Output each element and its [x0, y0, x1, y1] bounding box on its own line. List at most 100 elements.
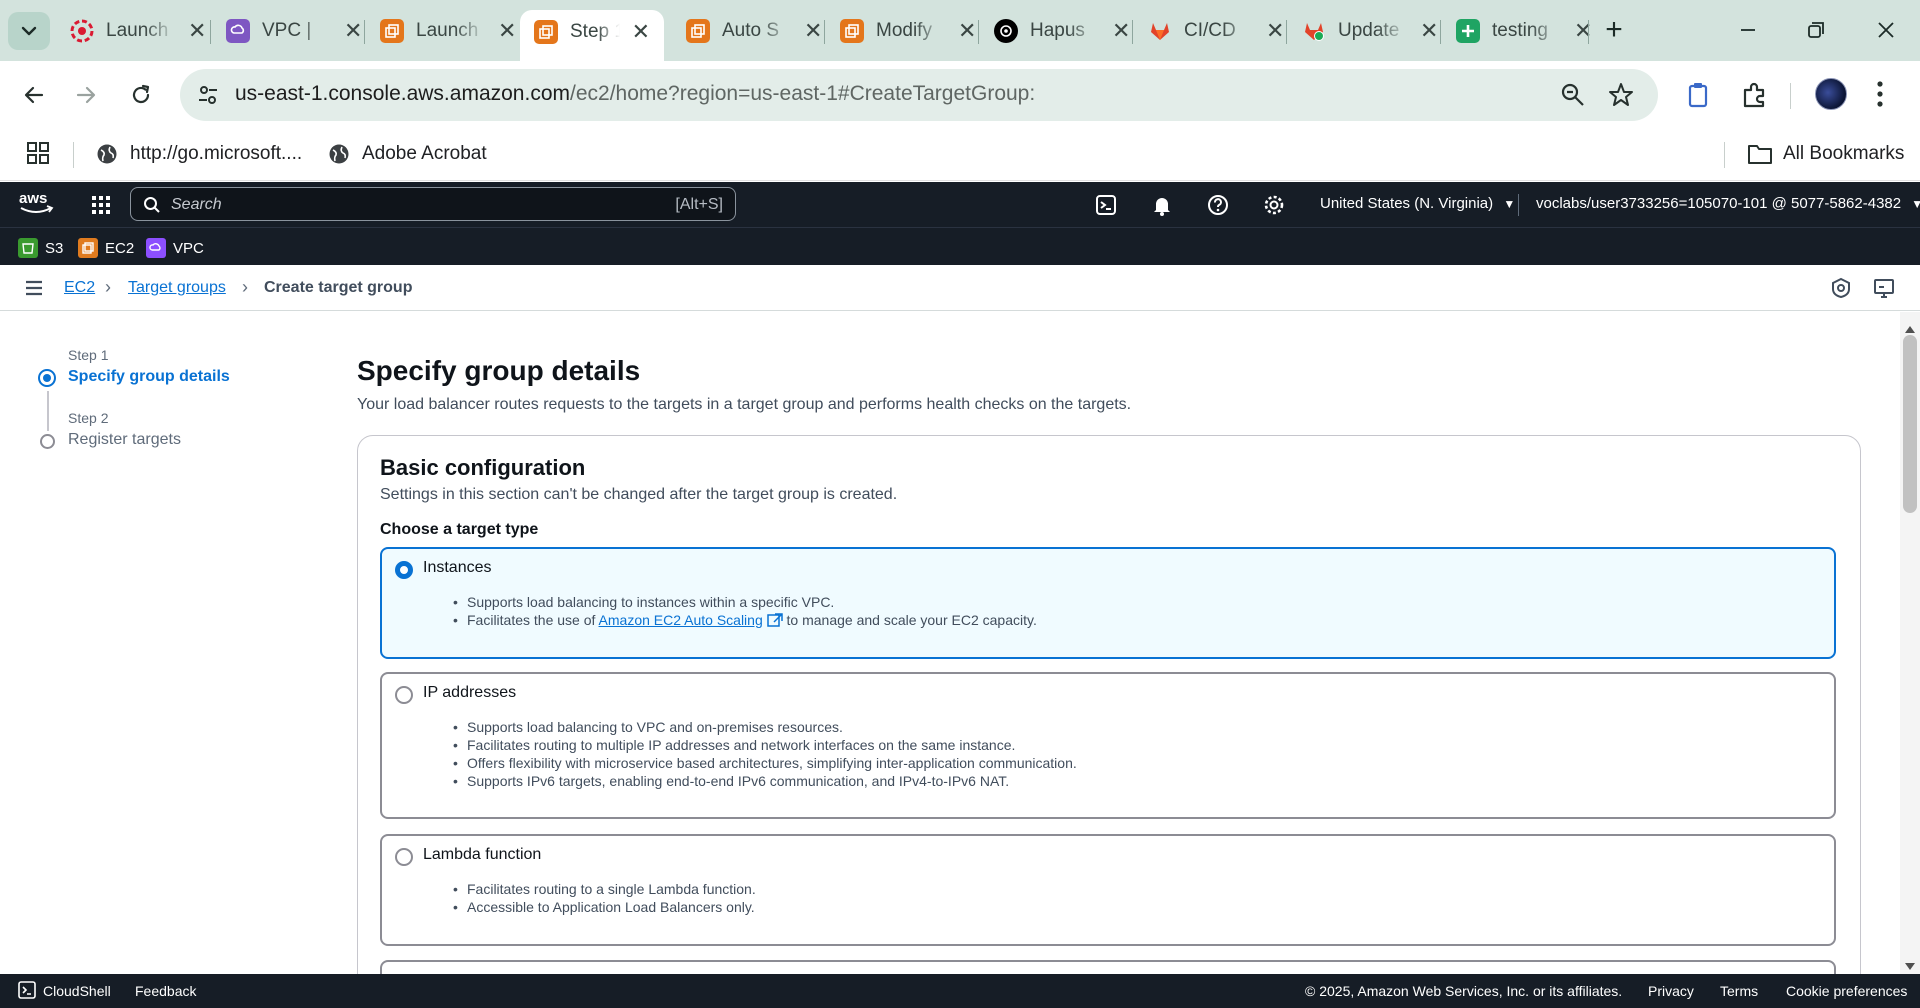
browser-tab[interactable]: Hapus ✕ [980, 10, 1144, 52]
privacy-link[interactable]: Privacy [1648, 983, 1694, 999]
ec2-icon [78, 238, 98, 258]
tab-label: Auto S [722, 20, 780, 41]
radio-lambda-function[interactable] [395, 848, 413, 866]
radio-instances[interactable] [395, 561, 413, 579]
site-info-icon[interactable] [196, 83, 220, 112]
breadcrumb-ec2[interactable]: EC2 [64, 279, 95, 297]
bookmarks-divider [73, 142, 74, 168]
display-settings-icon[interactable] [1873, 277, 1895, 304]
reload-button[interactable] [119, 73, 163, 117]
close-icon [1878, 22, 1894, 38]
breadcrumb-target-groups[interactable]: Target groups [128, 279, 226, 297]
chevron-down-icon [21, 26, 37, 36]
window-close-button[interactable] [1856, 12, 1916, 48]
aws-search-input[interactable]: Search [Alt+S] [130, 187, 736, 221]
ec2-auto-scaling-link[interactable]: Amazon EC2 Auto Scaling [599, 612, 763, 628]
services-grid-icon[interactable] [87, 191, 115, 219]
tile-bullet: Accessible to Application Load Balancers… [453, 898, 756, 916]
radio-ip-addresses[interactable] [395, 686, 413, 704]
browser-tab-active[interactable]: Step 1 ✕ [520, 10, 664, 61]
tab-label: Hapus [1030, 20, 1085, 41]
close-icon[interactable]: ✕ [958, 20, 976, 42]
restore-button[interactable] [1786, 12, 1846, 48]
star-icon[interactable] [1608, 82, 1634, 113]
aws-favorites-bar: S3 EC2 VPC [0, 227, 1920, 265]
step-caption: Step 2 [68, 410, 109, 426]
tile-bullets: Supports load balancing to VPC and on-pr… [453, 718, 1077, 790]
tab-divider [824, 20, 825, 44]
favorite-ec2[interactable]: EC2 [78, 236, 134, 260]
minimize-button[interactable] [1718, 12, 1778, 48]
address-bar[interactable]: us-east-1.console.aws.amazon.com/ec2/hom… [180, 69, 1658, 121]
close-icon[interactable]: ✕ [804, 20, 822, 42]
favorite-s3[interactable]: S3 [18, 236, 63, 260]
help-icon[interactable] [1204, 191, 1232, 219]
browser-tab[interactable]: Launch ✕ [366, 10, 530, 52]
reload-icon [132, 84, 150, 104]
tab-label: testing [1492, 20, 1548, 41]
step-connector [47, 391, 49, 431]
cloudshell-label: CloudShell [43, 983, 111, 999]
browser-tab[interactable]: Modify ✕ [826, 10, 990, 52]
gear-icon[interactable] [1260, 191, 1288, 219]
bookmarks-bar: http://go.microsoft.... Adobe Acrobat Al… [0, 128, 1920, 181]
aws-logo[interactable]: aws [18, 189, 56, 222]
clipboard-icon[interactable] [1684, 81, 1712, 114]
close-icon[interactable]: ✕ [632, 20, 650, 43]
bookmark-item[interactable]: http://go.microsoft.... [96, 140, 302, 168]
menu-icon[interactable] [24, 279, 44, 302]
close-icon[interactable]: ✕ [498, 20, 516, 42]
bookmarks-divider [1724, 142, 1725, 168]
all-bookmarks-button[interactable]: All Bookmarks [1747, 140, 1904, 168]
search-shortcut: [Alt+S] [675, 196, 723, 213]
close-icon[interactable]: ✕ [1112, 20, 1130, 42]
url-text[interactable]: us-east-1.console.aws.amazon.com/ec2/hom… [235, 82, 1035, 106]
ec2-icon [534, 19, 558, 44]
close-icon[interactable]: ✕ [1266, 20, 1284, 42]
browser-tab[interactable]: Launch ✕ [56, 10, 220, 52]
tab-divider [364, 20, 365, 44]
zoom-icon[interactable] [1560, 82, 1586, 113]
forward-button[interactable] [64, 73, 108, 117]
close-icon[interactable]: ✕ [344, 20, 362, 42]
new-tab-button[interactable]: + [1582, 12, 1646, 48]
breadcrumb-current: Create target group [264, 279, 413, 296]
target-type-lambda-function[interactable]: Lambda function Facilitates routing to a… [380, 834, 1836, 946]
browser-menu-icon[interactable] [1874, 79, 1886, 114]
back-button[interactable] [12, 73, 56, 117]
apps-grid-icon[interactable] [26, 141, 50, 170]
step-specify-group-details[interactable]: Specify group details [68, 368, 230, 386]
privacy-shield-icon[interactable] [1830, 277, 1852, 304]
feedback-link[interactable]: Feedback [135, 983, 196, 999]
cloudshell-button[interactable]: CloudShell [18, 981, 111, 999]
browser-tab[interactable]: Auto S ✕ [672, 10, 836, 52]
all-bookmarks-label: All Bookmarks [1783, 143, 1905, 164]
terms-link[interactable]: Terms [1720, 983, 1758, 999]
cloudshell-icon[interactable] [1092, 191, 1120, 219]
profile-avatar[interactable] [1815, 78, 1847, 110]
tile-title: Lambda function [423, 846, 542, 863]
tab-search-button[interactable] [8, 12, 50, 50]
extensions-icon[interactable] [1740, 81, 1768, 114]
close-icon[interactable]: ✕ [188, 20, 206, 42]
target-type-instances[interactable]: Instances Supports load balancing to ins… [380, 547, 1836, 659]
bookmark-item[interactable]: Adobe Acrobat [328, 140, 487, 168]
favorite-vpc[interactable]: VPC [146, 236, 204, 260]
openstack-icon [70, 19, 94, 43]
copyright-text: © 2025, Amazon Web Services, Inc. or its… [1305, 983, 1623, 999]
browser-tab[interactable]: Update ✕ [1288, 10, 1452, 52]
scrollbar-thumb[interactable] [1903, 335, 1917, 513]
close-icon[interactable]: ✕ [1420, 20, 1438, 42]
ec2-icon [380, 19, 404, 43]
target-type-ip-addresses[interactable]: IP addresses Supports load balancing to … [380, 672, 1836, 819]
tile-bullets: Facilitates routing to a single Lambda f… [453, 880, 756, 916]
bell-icon[interactable] [1148, 191, 1176, 219]
external-link-icon[interactable] [766, 613, 783, 627]
region-selector[interactable]: United States (N. Virginia) ▼ [1320, 195, 1515, 212]
tab-divider [1286, 20, 1287, 44]
account-menu[interactable]: voclabs/user3733256=105070-101 @ 5077-58… [1536, 195, 1920, 212]
caret-down-icon: ▼ [1503, 197, 1516, 211]
browser-tab[interactable]: CI/CD ✕ [1134, 10, 1298, 52]
browser-tab[interactable]: VPC | ✕ [212, 10, 376, 52]
cookie-preferences-link[interactable]: Cookie preferences [1786, 983, 1907, 999]
